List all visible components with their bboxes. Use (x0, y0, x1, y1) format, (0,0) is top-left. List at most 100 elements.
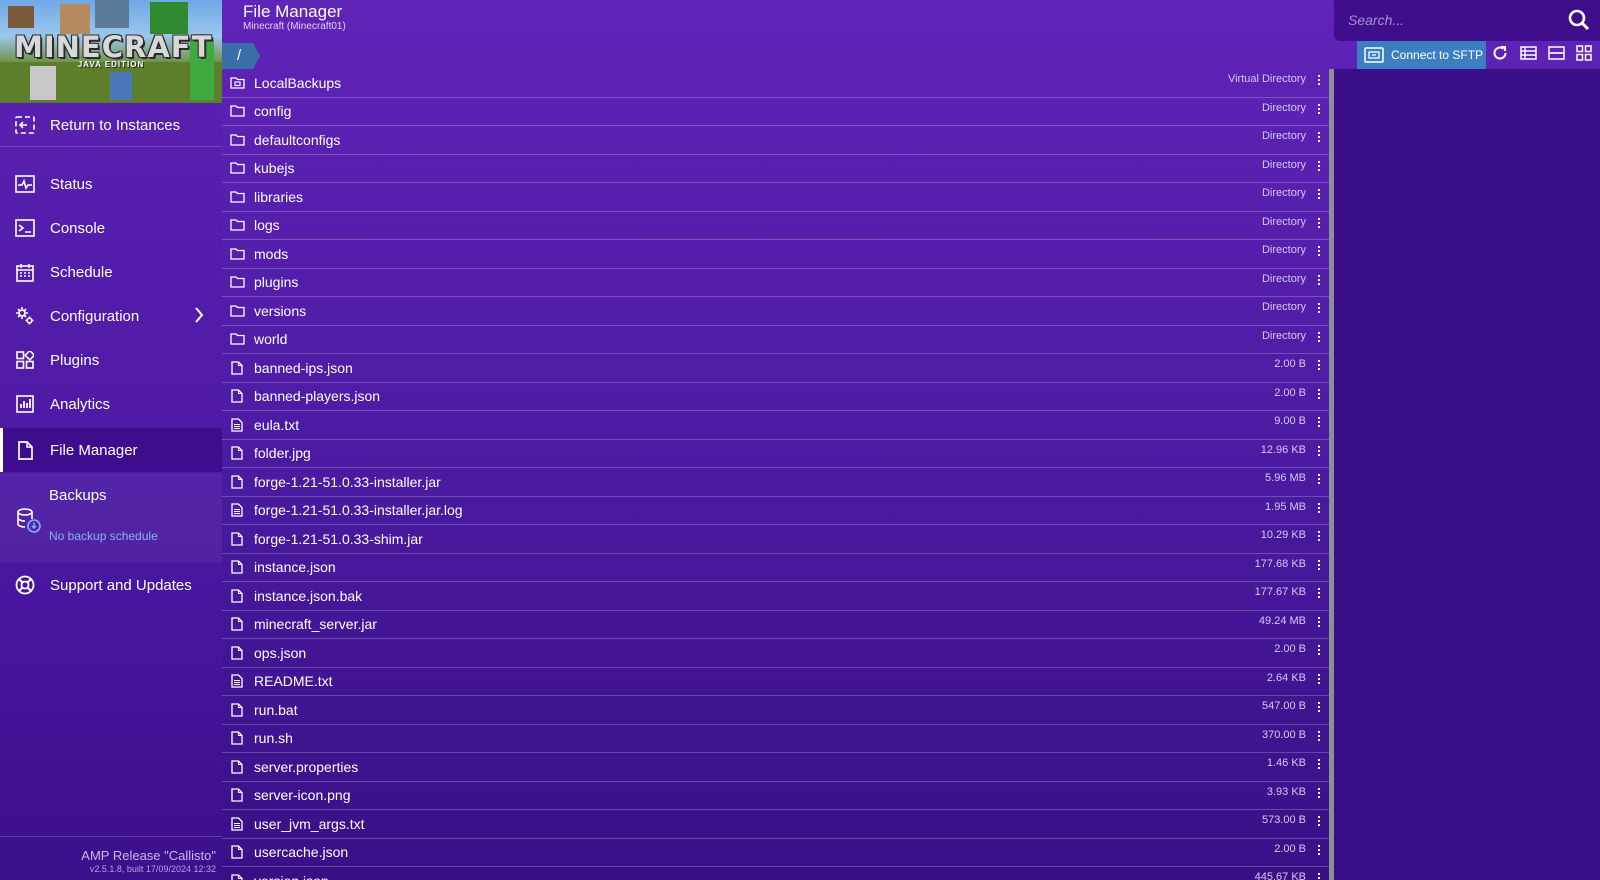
more-options-icon[interactable] (1314, 274, 1324, 285)
file-row[interactable]: eula.txt 9.00 B (222, 411, 1329, 440)
sidebar-item-schedule[interactable]: Schedule (0, 250, 222, 294)
more-options-icon[interactable] (1314, 474, 1324, 484)
search-input[interactable] (1348, 8, 1558, 32)
file-row[interactable]: banned-players.json 2.00 B (222, 383, 1329, 411)
return-to-instances-button[interactable]: Return to Instances (0, 103, 222, 147)
file-row[interactable]: folder.jpg 12.96 KB (222, 440, 1329, 468)
file-row[interactable]: version.json 445.67 KB (222, 867, 1329, 880)
file-row[interactable]: ops.json 2.00 B (222, 639, 1329, 668)
refresh-button[interactable] (1486, 41, 1514, 69)
file-row[interactable]: minecraft_server.jar 49.24 MB (222, 611, 1329, 639)
file-row[interactable]: versions Directory (222, 297, 1329, 326)
file-row[interactable]: server.properties 1.46 KB (222, 753, 1329, 782)
file-meta: 2.00 B (1274, 386, 1306, 399)
more-options-icon[interactable] (1314, 103, 1324, 114)
more-options-icon[interactable] (1314, 844, 1324, 855)
more-options-icon[interactable] (1314, 559, 1324, 570)
file-row[interactable]: plugins Directory (222, 269, 1329, 297)
sidebar-item-file-manager[interactable]: File Manager (0, 428, 222, 472)
file-row[interactable]: mods Directory (222, 240, 1329, 269)
return-icon (15, 115, 35, 135)
more-options-icon[interactable] (1314, 616, 1324, 627)
more-options-icon[interactable] (1314, 730, 1324, 741)
file-row[interactable]: forge-1.21-51.0.33-installer.jar 5.96 MB (222, 468, 1329, 497)
file-row[interactable]: instance.json 177.68 KB (222, 554, 1329, 582)
sidebar-item-status[interactable]: Status (0, 162, 222, 206)
file-row[interactable]: forge-1.21-51.0.33-installer.jar.log 1.95… (222, 497, 1329, 525)
file-row[interactable]: defaultconfigs Directory (222, 126, 1329, 155)
more-options-icon[interactable] (1314, 759, 1324, 769)
more-options-icon[interactable] (1314, 417, 1324, 427)
file-name: LocalBackups (254, 74, 342, 91)
more-options-icon[interactable] (1314, 132, 1324, 142)
more-options-icon[interactable] (1314, 75, 1324, 85)
file-meta: 177.68 KB (1254, 557, 1306, 570)
sidebar-item-console[interactable]: Console (0, 206, 222, 250)
more-options-icon[interactable] (1314, 816, 1324, 826)
sidebar-item-plugins[interactable]: Plugins (0, 338, 222, 382)
file-icon (227, 703, 247, 717)
return-label: Return to Instances (50, 116, 181, 134)
file-row[interactable]: run.sh 370.00 B (222, 725, 1329, 753)
file-row[interactable]: usercache.json 2.00 B (222, 839, 1329, 867)
file-name: ops.json (254, 644, 307, 661)
release-name: AMP Release "Callisto" (81, 848, 216, 863)
file-row[interactable]: world Directory (222, 326, 1329, 354)
more-options-icon[interactable] (1314, 388, 1324, 399)
more-options-icon[interactable] (1314, 189, 1324, 199)
file-name: folder.jpg (254, 445, 311, 462)
file-row[interactable]: kubejs Directory (222, 155, 1329, 183)
file-row[interactable]: LocalBackups Virtual Directory (222, 69, 1329, 98)
file-row[interactable]: banned-ips.json 2.00 B (222, 354, 1329, 383)
more-options-icon[interactable] (1314, 331, 1324, 342)
more-options-icon[interactable] (1314, 645, 1324, 655)
file-row[interactable]: run.bat 547.00 B (222, 696, 1329, 725)
sidebar-item-support[interactable]: Support and Updates (0, 563, 222, 607)
sidebar-item-label: Support and Updates (50, 576, 192, 594)
search-icon[interactable] (1568, 9, 1590, 36)
list-view-button[interactable] (1514, 41, 1542, 69)
sidebar-item-backups[interactable]: Backups No backup schedule (0, 473, 222, 563)
more-options-icon[interactable] (1314, 873, 1324, 880)
file-row[interactable]: forge-1.21-51.0.33-shim.jar 10.29 KB (222, 525, 1329, 554)
file-icon (227, 845, 247, 859)
more-options-icon[interactable] (1314, 673, 1324, 684)
sidebar-item-analytics[interactable]: Analytics (0, 382, 222, 426)
more-options-icon[interactable] (1314, 160, 1324, 171)
file-row[interactable]: libraries Directory (222, 183, 1329, 212)
file-icon (227, 589, 247, 603)
more-options-icon[interactable] (1314, 531, 1324, 541)
folder-icon (227, 248, 247, 260)
sidebar-item-label: Configuration (50, 307, 140, 325)
breadcrumb-root[interactable]: / (222, 43, 260, 69)
more-options-icon[interactable] (1314, 217, 1324, 228)
more-options-icon[interactable] (1314, 702, 1324, 712)
file-row[interactable]: instance.json.bak 177.67 KB (222, 582, 1329, 611)
grid-view-button[interactable] (1570, 41, 1598, 69)
backup-schedule-status: No backup schedule (49, 529, 158, 543)
file-meta: 2.00 B (1274, 358, 1306, 370)
more-options-icon[interactable] (1314, 787, 1324, 798)
file-row[interactable]: config Directory (222, 98, 1329, 126)
folder-icon (227, 105, 247, 117)
more-options-icon[interactable] (1314, 445, 1324, 456)
more-options-icon[interactable] (1314, 588, 1324, 598)
more-options-icon[interactable] (1314, 360, 1324, 370)
file-meta: 12.96 KB (1260, 443, 1306, 456)
file-name: libraries (254, 188, 304, 205)
sidebar-item-configuration[interactable]: Configuration (0, 294, 222, 338)
connect-sftp-button[interactable]: Connect to SFTP (1357, 41, 1486, 69)
file-icon (227, 760, 247, 774)
more-options-icon[interactable] (1314, 246, 1324, 256)
file-row[interactable]: README.txt 2.64 KB (222, 668, 1329, 696)
file-row[interactable]: logs Directory (222, 212, 1329, 240)
file-name: plugins (254, 274, 299, 291)
file-row[interactable]: server-icon.png 3.93 KB (222, 782, 1329, 810)
sidebar-item-label: Status (50, 175, 93, 193)
file-row[interactable]: user_jvm_args.txt 573.00 B (222, 810, 1329, 839)
more-options-icon[interactable] (1314, 303, 1324, 313)
more-options-icon[interactable] (1314, 502, 1324, 513)
file-name: eula.txt (254, 416, 300, 433)
compact-view-button[interactable] (1542, 41, 1570, 69)
file-name: logs (254, 217, 280, 234)
